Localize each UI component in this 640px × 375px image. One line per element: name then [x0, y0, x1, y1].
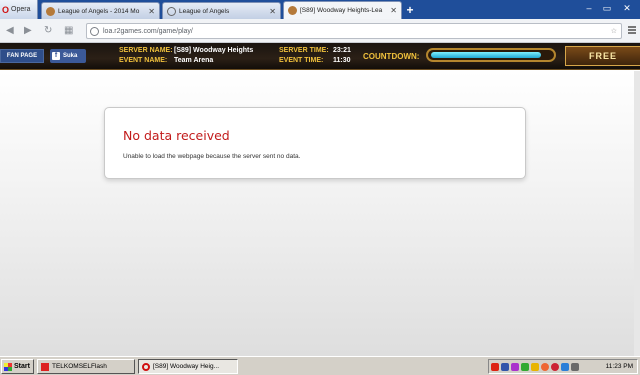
tab-strip: O Opera League of Angels - 2014 Mo ✕ Lea… [0, 0, 640, 19]
taskbar: Start TELKOMSELFlash [S89] Woodway Heig.… [0, 356, 640, 375]
start-label: Start [14, 363, 30, 370]
flash-tray-icon[interactable] [491, 362, 499, 371]
maximize-icon[interactable]: ▭ [600, 2, 614, 14]
taskbar-button-label: TELKOMSELFlash [52, 363, 107, 370]
error-message: Unable to load the webpage because the s… [123, 153, 301, 160]
speed-dial-icon[interactable]: ▦ [64, 25, 73, 36]
menu-icon[interactable] [628, 26, 636, 34]
countdown-label: COUNTDOWN: [363, 52, 420, 61]
server-name-key: SERVER NAME: [119, 47, 173, 54]
close-tab-icon[interactable]: ✕ [269, 7, 276, 16]
scrollbar[interactable] [634, 71, 640, 356]
app-tray-icon[interactable] [511, 362, 519, 371]
game-favicon-icon [288, 6, 297, 15]
opera-logo-icon: O [2, 4, 10, 15]
fan-page-button[interactable]: FAN PAGE [0, 49, 44, 63]
tab-woodway-heights[interactable]: [S89] Woodway Heights-Lea ✕ [283, 1, 402, 19]
close-tab-icon[interactable]: ✕ [390, 6, 397, 15]
opera-menu-button[interactable]: O Opera [0, 0, 38, 19]
taskbar-button-label: [S89] Woodway Heig... [153, 363, 219, 370]
volume-tray-icon[interactable] [571, 362, 579, 371]
server-time-value: 23:21 [333, 47, 351, 54]
windows-logo-icon [4, 362, 12, 371]
warning-tray-icon[interactable] [531, 362, 539, 371]
tab-title: League of Angels - 2014 Mo [58, 7, 140, 15]
free-button[interactable]: FREE [565, 46, 640, 66]
close-tab-icon[interactable]: ✕ [148, 7, 155, 16]
opera-tray-icon[interactable] [541, 362, 549, 371]
error-title: No data received [123, 128, 230, 143]
taskbar-button-opera[interactable]: [S89] Woodway Heig... [138, 359, 238, 374]
countdown-bar-fill [431, 52, 541, 58]
server-time-key: SERVER TIME: [279, 47, 329, 54]
globe-icon [90, 26, 99, 36]
clock: 11:23 PM [605, 363, 633, 370]
event-name-value: Team Arena [174, 57, 214, 64]
bookmark-star-icon[interactable]: ☆ [611, 27, 617, 35]
address-toolbar: ◀ ▶ ↻ ▦ loa.r2games.com/game/play/ ☆ [0, 19, 640, 43]
back-icon[interactable]: ◀ [6, 25, 14, 36]
event-time-key: EVENT TIME: [279, 57, 324, 64]
facebook-like-button[interactable]: f Suka [50, 49, 86, 63]
game-favicon-icon [46, 6, 55, 16]
forward-icon[interactable]: ▶ [24, 25, 32, 36]
address-field[interactable]: loa.r2games.com/game/play/ ☆ [86, 23, 622, 39]
error-dialog: No data received Unable to load the webp… [104, 107, 526, 179]
start-button[interactable]: Start [1, 359, 34, 374]
opera-icon [142, 362, 150, 371]
tab-title: League of Angels [179, 7, 230, 15]
new-tab-button[interactable]: + [403, 3, 417, 17]
shield-tray-icon[interactable] [521, 362, 529, 371]
game-banner: FAN PAGE f Suka SERVER NAME: [S89] Woodw… [0, 43, 640, 70]
bluetooth-tray-icon[interactable] [561, 362, 569, 371]
network-tray-icon[interactable] [501, 362, 509, 371]
countdown-bar [426, 48, 556, 62]
antivirus-tray-icon[interactable] [551, 362, 559, 371]
reload-icon[interactable]: ↻ [44, 25, 52, 36]
close-window-icon[interactable]: ✕ [620, 2, 634, 14]
tab-league-of-angels[interactable]: League of Angels ✕ [162, 2, 281, 19]
loading-favicon-icon [167, 6, 176, 16]
telkomsel-icon [41, 362, 49, 371]
url-text: loa.r2games.com/game/play/ [103, 27, 193, 35]
system-tray: 11:23 PM [488, 359, 638, 374]
event-time-value: 11:30 [333, 57, 351, 64]
tab-title: [S89] Woodway Heights-Lea [300, 7, 383, 14]
opera-menu-label: Opera [11, 6, 31, 13]
tab-league-of-angels-2014[interactable]: League of Angels - 2014 Mo ✕ [41, 2, 160, 19]
server-name-value: [S89] Woodway Heights [174, 47, 254, 54]
like-label: Suka [63, 53, 78, 59]
taskbar-button-telkomsel[interactable]: TELKOMSELFlash [37, 359, 135, 374]
minimize-icon[interactable]: – [582, 2, 596, 14]
facebook-icon: f [52, 52, 60, 60]
event-name-key: EVENT NAME: [119, 57, 168, 64]
